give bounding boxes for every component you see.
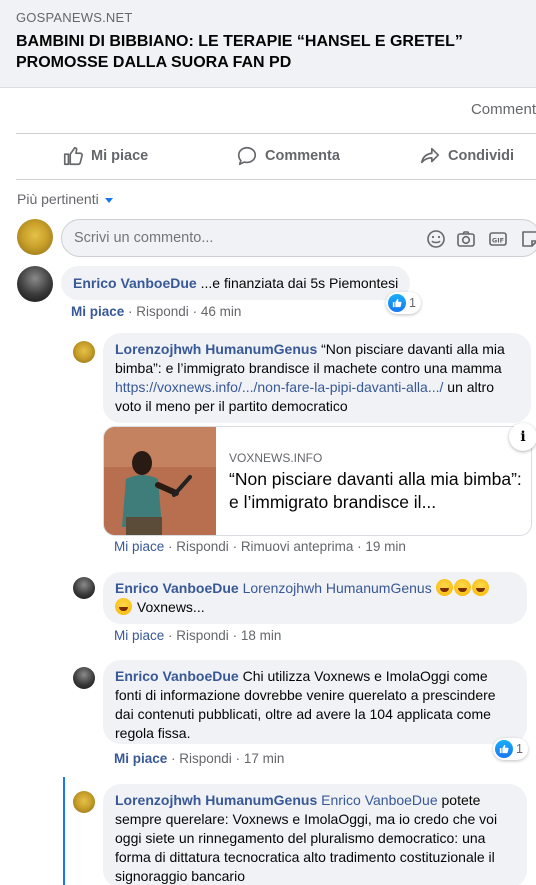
- commenter-avatar[interactable]: [73, 791, 95, 813]
- comment-author[interactable]: Enrico VanboeDue: [115, 580, 239, 596]
- comment-like-link[interactable]: Mi piace: [71, 304, 124, 319]
- comment-bubble: Lorenzojhwh HumanumGenus Enrico VanboeDu…: [103, 784, 527, 885]
- comment-reply-link[interactable]: Rispondi: [179, 751, 232, 766]
- comment-timestamp[interactable]: 17 min: [244, 751, 285, 766]
- gif-icon[interactable]: GIF: [488, 229, 508, 249]
- commenter-avatar[interactable]: [73, 667, 95, 689]
- commenter-avatar[interactable]: [17, 266, 53, 302]
- comment-text: ...e finanziata dai 5s Piemontesi: [200, 275, 399, 291]
- like-button-label: Mi piace: [91, 148, 149, 164]
- comment-button-label: Commenta: [265, 148, 340, 164]
- preview-domain: VOXNEWS.INFO: [229, 451, 323, 465]
- laughing-emoji-icon: [453, 579, 471, 596]
- comment-reply-link[interactable]: Rispondi: [176, 539, 229, 554]
- comment-meta: Mi piace · Rispondi · 18 min: [114, 628, 282, 643]
- action-bar: Mi piace Commenta Condividi: [0, 134, 536, 178]
- comment-timestamp[interactable]: 46 min: [201, 304, 242, 319]
- comment-author[interactable]: Lorenzojhwh HumanumGenus: [115, 792, 317, 808]
- sticker-icon[interactable]: [520, 229, 536, 249]
- caret-down-icon: [104, 197, 113, 203]
- thumbs-up-icon: [63, 146, 83, 166]
- like-button[interactable]: Mi piace: [62, 134, 148, 178]
- comment-timestamp[interactable]: 18 min: [241, 628, 282, 643]
- comment-bubble: Enrico VanboeDue Lorenzojhwh HumanumGenu…: [103, 572, 527, 624]
- shared-link-header[interactable]: GOSPANEWS.NET BAMBINI DI BIBBIANO: LE TE…: [0, 0, 536, 88]
- laughing-emoji-icon: [435, 579, 453, 596]
- link-preview-card[interactable]: VOXNEWS.INFO “Non pisciare davanti alla …: [103, 426, 532, 536]
- reaction-number: 1: [409, 296, 416, 310]
- reaction-count[interactable]: 1: [386, 292, 421, 314]
- comment-like-link[interactable]: Mi piace: [114, 539, 164, 554]
- comment-bubble-icon: [237, 146, 257, 166]
- comment-bubble: Lorenzojhwh HumanumGenus “Non pisciare d…: [103, 333, 531, 423]
- share-arrow-icon: [420, 147, 440, 164]
- share-button-label: Condividi: [448, 148, 515, 164]
- comment-sort-dropdown[interactable]: Più pertinenti: [17, 191, 113, 207]
- comment-meta: Mi piace · Rispondi · 46 min: [71, 304, 242, 319]
- laughing-emoji-icon: [471, 579, 489, 596]
- reaction-number: 1: [516, 742, 523, 756]
- like-reaction-icon: [495, 740, 513, 758]
- comment-author[interactable]: Lorenzojhwh HumanumGenus: [115, 341, 317, 357]
- comment-button[interactable]: Commenta: [236, 134, 340, 178]
- reaction-count[interactable]: 1: [493, 738, 528, 760]
- comment-input[interactable]: [74, 230, 374, 246]
- reply-thread-line: [63, 777, 65, 885]
- emoji-icon[interactable]: [426, 229, 446, 249]
- camera-icon[interactable]: [456, 229, 476, 249]
- preview-thumbnail: [104, 427, 216, 535]
- link-title[interactable]: BAMBINI DI BIBBIANO: LE TERAPIE “HANSEL …: [16, 31, 531, 73]
- divider: [16, 179, 536, 180]
- current-user-avatar[interactable]: [17, 219, 53, 255]
- remove-preview-link[interactable]: Rimuovi anteprima: [241, 539, 354, 554]
- sort-label: Più pertinenti: [17, 191, 99, 207]
- comment-bubble: Enrico VanboeDue ...e finanziata dai 5s …: [61, 266, 411, 300]
- comment-author[interactable]: Enrico VanboeDue: [73, 275, 197, 291]
- preview-title[interactable]: “Non pisciare davanti alla mia bimba”: e…: [229, 468, 524, 514]
- comment-timestamp[interactable]: 19 min: [365, 539, 406, 554]
- comment-link[interactable]: https://voxnews.info/.../non-fare-la-pip…: [115, 379, 443, 395]
- commenter-avatar[interactable]: [73, 577, 95, 599]
- like-reaction-icon: [388, 294, 406, 312]
- comment-meta: Mi piace · Rispondi · Rimuovi anteprima …: [114, 539, 406, 554]
- share-button[interactable]: Condividi: [419, 134, 514, 178]
- comment-reply-link[interactable]: Rispondi: [176, 628, 229, 643]
- mention-tag[interactable]: Enrico VanboeDue: [321, 792, 437, 808]
- info-icon[interactable]: i: [509, 423, 536, 451]
- comment-text: Voxnews...: [136, 599, 205, 615]
- comment-like-link[interactable]: Mi piace: [114, 628, 164, 643]
- link-domain: GOSPANEWS.NET: [16, 10, 133, 25]
- comment-meta: Mi piace · Rispondi · 17 min: [114, 751, 285, 766]
- svg-text:GIF: GIF: [492, 236, 504, 244]
- commenter-avatar[interactable]: [73, 341, 95, 363]
- comment-author[interactable]: Enrico VanboeDue: [115, 668, 239, 684]
- comment-bubble: Enrico VanboeDue Chi utilizza Voxnews e …: [103, 660, 527, 744]
- comment-like-link[interactable]: Mi piace: [114, 751, 167, 766]
- comment-count-link[interactable]: Comment: [471, 101, 536, 118]
- laughing-emoji-icon: [115, 598, 132, 615]
- comment-composer[interactable]: GIF: [61, 219, 536, 257]
- mention-tag[interactable]: Lorenzojhwh HumanumGenus: [243, 580, 432, 596]
- comment-reply-link[interactable]: Rispondi: [136, 304, 189, 319]
